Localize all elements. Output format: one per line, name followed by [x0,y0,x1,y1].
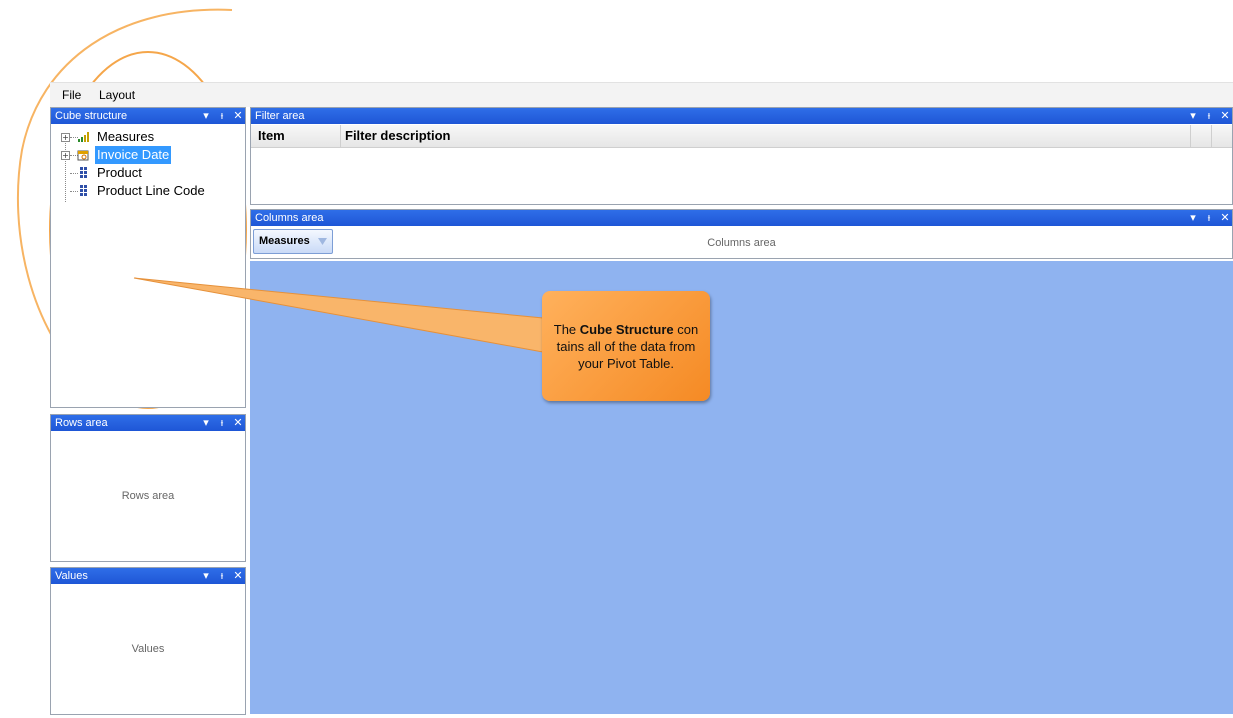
callout-bold: Cube Structure [579,322,674,337]
callout-box: The Cube Structure con tains all of the … [542,291,710,401]
callout-text: The Cube Structure con tains all of the … [553,322,699,371]
